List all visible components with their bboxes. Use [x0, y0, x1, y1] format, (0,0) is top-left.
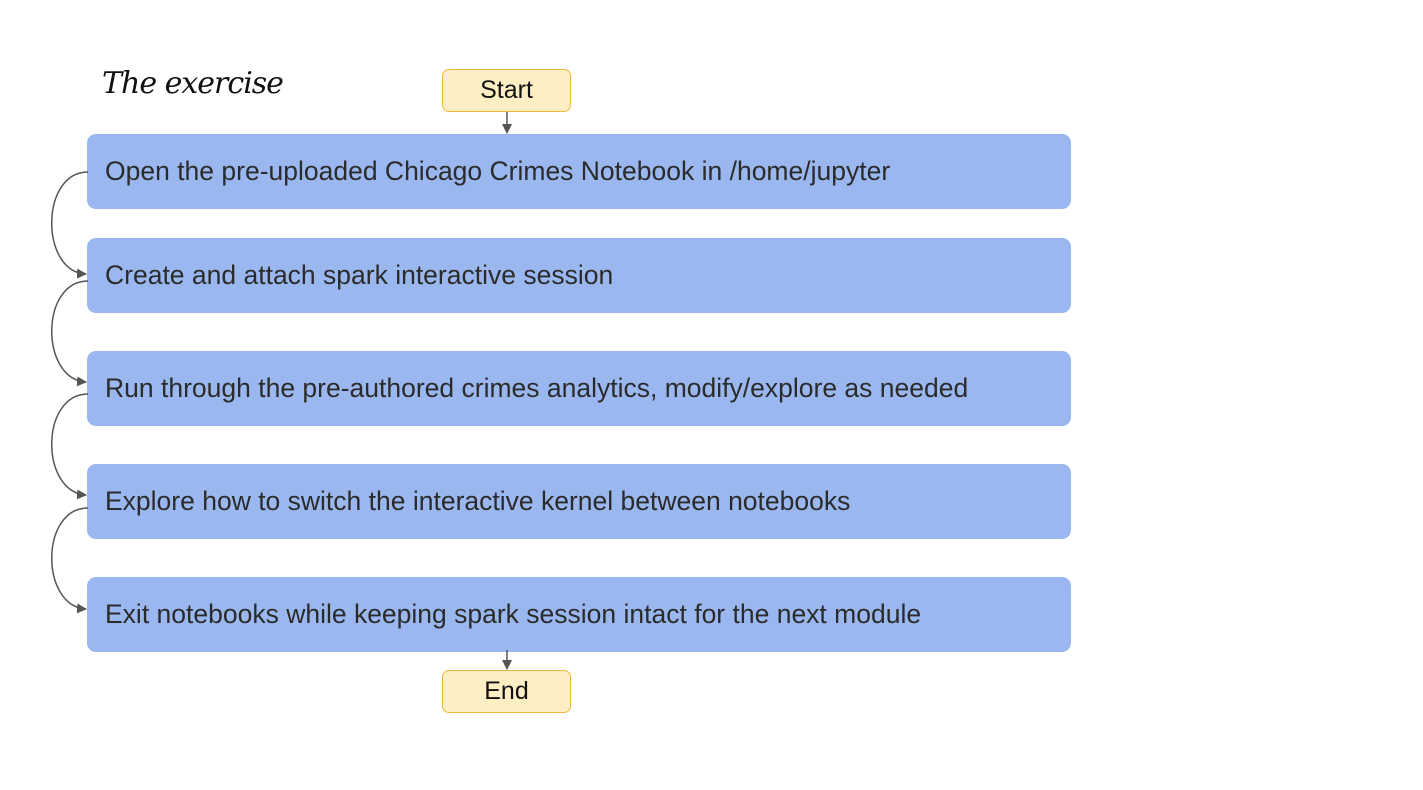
step-5-box: Exit notebooks while keeping spark sessi…	[87, 577, 1071, 652]
step-3-box: Run through the pre-authored crimes anal…	[87, 351, 1071, 426]
step-3-to-step-4-arrow	[51, 393, 89, 500]
step-4-box: Explore how to switch the interactive ke…	[87, 464, 1071, 539]
end-node: End	[442, 670, 571, 713]
step-5-label: Exit notebooks while keeping spark sessi…	[105, 599, 922, 629]
step-4-to-step-5-arrow	[51, 507, 89, 614]
step-1-label: Open the pre-uploaded Chicago Crimes Not…	[105, 156, 891, 186]
diagram-title: The exercise	[102, 66, 284, 101]
step-2-to-step-3-arrow	[51, 280, 89, 387]
step-2-box: Create and attach spark interactive sess…	[87, 238, 1071, 313]
step-3-label: Run through the pre-authored crimes anal…	[105, 373, 969, 403]
step-2-label: Create and attach spark interactive sess…	[105, 260, 614, 290]
step-1-to-step-2-arrow	[51, 171, 89, 279]
step-4-label: Explore how to switch the interactive ke…	[105, 486, 851, 516]
start-node: Start	[442, 69, 571, 112]
step-1-box: Open the pre-uploaded Chicago Crimes Not…	[87, 134, 1071, 209]
